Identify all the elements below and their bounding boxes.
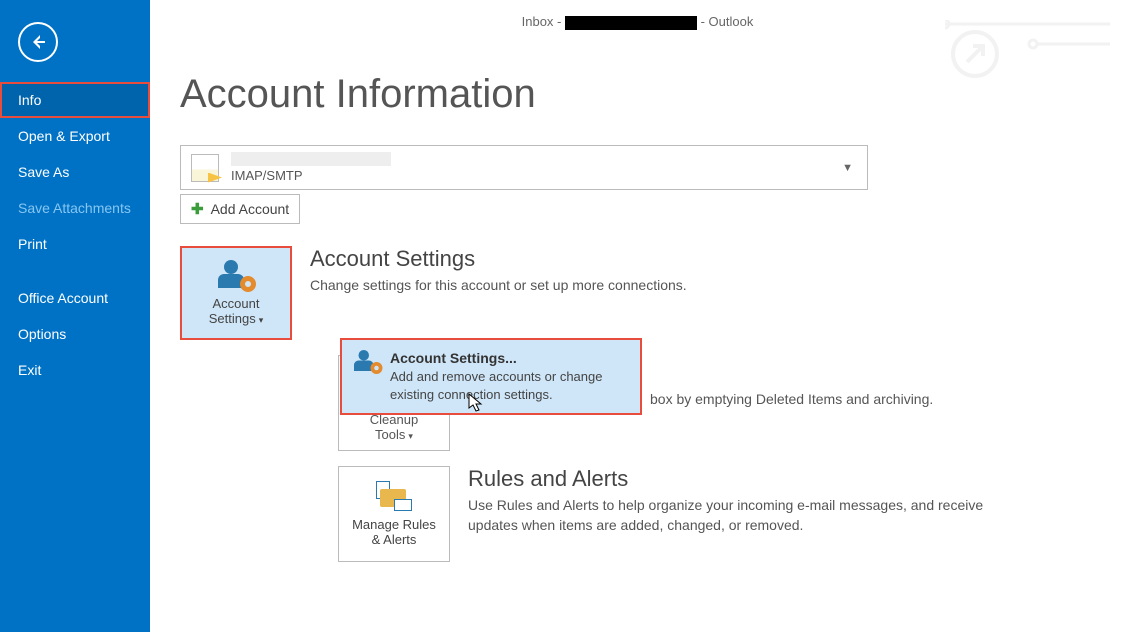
account-settings-tile[interactable]: Account Settings▾: [180, 246, 292, 340]
section-account-settings: Account Settings▾ Account Settings Chang…: [180, 246, 1125, 340]
nav-office-account[interactable]: Office Account: [0, 280, 150, 316]
watermark-icon: [945, 20, 1115, 80]
person-gear-icon: [354, 350, 380, 376]
nav-info[interactable]: Info: [0, 82, 150, 118]
account-settings-desc: Change settings for this account or set …: [310, 276, 687, 296]
chevron-down-icon: ▾: [259, 315, 264, 325]
dropdown-caret-icon: ▼: [842, 162, 853, 174]
nav-options[interactable]: Options: [0, 316, 150, 352]
rules-alerts-desc: Use Rules and Alerts to help organize yo…: [468, 496, 1008, 535]
nav-exit[interactable]: Exit: [0, 352, 150, 388]
plus-icon: ✚: [191, 200, 204, 218]
nav-spacer: [0, 262, 150, 280]
rules-label-1: Manage Rules: [352, 517, 436, 532]
mailbox-cleanup-desc-fragment: box by emptying Deleted Items and archiv…: [650, 391, 933, 407]
main-pane: Inbox - - Outlook Account Information IM…: [150, 0, 1125, 632]
cleanup-label-2: Tools: [375, 427, 405, 442]
chevron-down-icon: ▾: [408, 431, 413, 441]
menu-item-title: Account Settings...: [390, 350, 628, 366]
account-settings-heading: Account Settings: [310, 246, 687, 272]
title-email-redacted: [565, 16, 697, 30]
tile-label-2: Settings: [209, 311, 256, 326]
tile-label-1: Account: [213, 296, 260, 311]
title-suffix: - Outlook: [701, 14, 754, 29]
rules-alerts-heading: Rules and Alerts: [468, 466, 1008, 492]
rules-icon: [376, 481, 412, 511]
rules-label-2: & Alerts: [372, 532, 417, 547]
section-rules-alerts: Manage Rules & Alerts Rules and Alerts U…: [338, 466, 1008, 562]
back-arrow-icon: [28, 32, 48, 52]
nav-open-export[interactable]: Open & Export: [0, 118, 150, 154]
title-prefix: Inbox -: [522, 14, 565, 29]
nav-print[interactable]: Print: [0, 226, 150, 262]
account-type: IMAP/SMTP: [231, 168, 842, 183]
add-account-label: Add Account: [211, 201, 290, 217]
back-button[interactable]: [18, 22, 58, 62]
backstage-sidebar: Info Open & Export Save As Save Attachme…: [0, 0, 150, 632]
account-selector-dropdown[interactable]: IMAP/SMTP ▼: [180, 145, 868, 190]
nav-save-as[interactable]: Save As: [0, 154, 150, 190]
account-settings-menu-item[interactable]: Account Settings... Add and remove accou…: [340, 338, 642, 415]
person-gear-icon: [218, 260, 254, 290]
account-email-redacted: [231, 152, 391, 166]
nav-save-attachments: Save Attachments: [0, 190, 150, 226]
add-account-button[interactable]: ✚ Add Account: [180, 194, 300, 224]
account-envelope-icon: [191, 154, 219, 182]
manage-rules-tile[interactable]: Manage Rules & Alerts: [338, 466, 450, 562]
menu-item-desc: Add and remove accounts or change existi…: [390, 368, 628, 403]
